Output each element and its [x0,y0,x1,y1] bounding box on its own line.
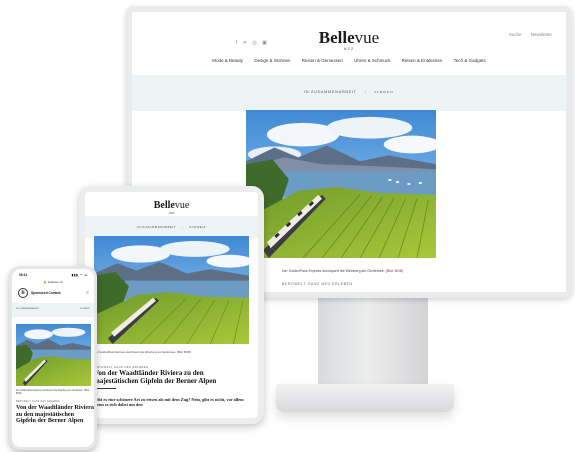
lake-vineyard-train-image [246,110,436,258]
article-kicker: BERGWELT GANZ NEU ERLEBEN [282,282,353,286]
nav-item[interactable]: Tech & Gadgets [454,58,486,63]
header-utilities: Suche Newsletter [501,32,552,37]
menu-icon[interactable]: ≡ [86,290,89,296]
sponsor-label: IN ZUSAMMENARBEIT [16,308,40,310]
status-time: 09:41 [19,273,28,277]
main-nav: Mode & Beauty Design & Wohnen Reisen & G… [132,58,566,63]
article-kicker: BERGWELT GANZ NEU ERLEBEN [16,401,61,403]
phone-device: 09:41 ▮▮▮ ◠ ▭ 🔒 bellevue.ch B Sponsored … [9,266,97,450]
monitor-stand-neck [318,296,428,386]
sponsor-brand-logo[interactable]: SCHWEIZ [189,225,206,229]
hero-image [94,236,249,344]
lake-vineyard-train-image [94,236,249,344]
article-headline: Von der Waadtländer Riviera zu den majes… [16,404,94,425]
hero-image [16,324,91,386]
article-headline: Von der Waadtländer Riviera zu den majes… [94,369,217,385]
status-icons: ▮▮▮ ◠ ▭ [71,273,88,277]
hero-caption: Der GoldenPass Express durchquert die We… [282,269,404,273]
sponsor-band: IN ZUSAMMENARBEIT | SCHWEIZ [132,75,566,111]
search-link[interactable]: Suche [509,32,522,37]
brand-avatar[interactable]: B [18,288,28,298]
site-logo-sub: NZZ [168,211,175,215]
monitor-stand-base [276,384,454,412]
sponsor-label: IN ZUSAMMENARBEIT [137,225,176,229]
sponsor-band: IN ZUSAMMENARBEIT SCHWEIZ [12,303,94,317]
sponsor-brand-logo[interactable]: SCHWEIZ [80,308,90,310]
nav-item[interactable]: Reisen & Entdecken [402,58,443,63]
sponsor-divider: | [181,225,184,229]
sponsor-divider: | [364,89,367,94]
site-logo[interactable]: Bellevue [132,28,566,48]
nav-item[interactable]: Uhren & Schmuck [354,58,390,63]
hero-caption: Der GoldenPass Express durchquert die We… [94,350,191,354]
tablet-screen: Bellevue NZZ IN ZUSAMMENARBEIT | SCHWEIZ [85,192,258,418]
headline-rule [94,388,116,389]
phone-screen: 09:41 ▮▮▮ ◠ ▭ 🔒 bellevue.ch B Sponsored … [12,269,94,447]
site-header: f ✕ ◎ ▣ Bellevue NZZ Suche Newsletter Mo… [132,12,566,74]
hero-image [246,110,436,258]
article-lead: Gibt es eine schönere Art zu reisen als … [94,397,244,408]
browser-url[interactable]: 🔒 bellevue.ch [12,280,94,284]
status-bar: 09:41 ▮▮▮ ◠ ▭ [19,273,88,277]
hero-caption: Der GoldenPass Express durchquert die We… [16,390,90,395]
site-logo-sub: NZZ [343,46,355,51]
tablet-device: Bellevue NZZ IN ZUSAMMENARBEIT | SCHWEIZ [79,186,264,424]
lake-vineyard-train-image [16,324,91,386]
sponsor-band: IN ZUSAMMENARBEIT | SCHWEIZ [85,216,258,238]
newsletter-link[interactable]: Newsletter [531,32,552,37]
caption-credit: (Bild: BOB) [385,269,404,273]
sponsored-label: Sponsored Content [31,291,61,295]
nav-item[interactable]: Design & Wohnen [254,58,290,63]
site-logo[interactable]: Bellevue [85,200,258,211]
nav-item[interactable]: Mode & Beauty [212,58,243,63]
sponsor-label: IN ZUSAMMENARBEIT [303,89,357,94]
nav-item[interactable]: Reisen & Geniessen [302,58,343,63]
sponsor-brand-logo[interactable]: SCHWEIZ [374,90,394,94]
